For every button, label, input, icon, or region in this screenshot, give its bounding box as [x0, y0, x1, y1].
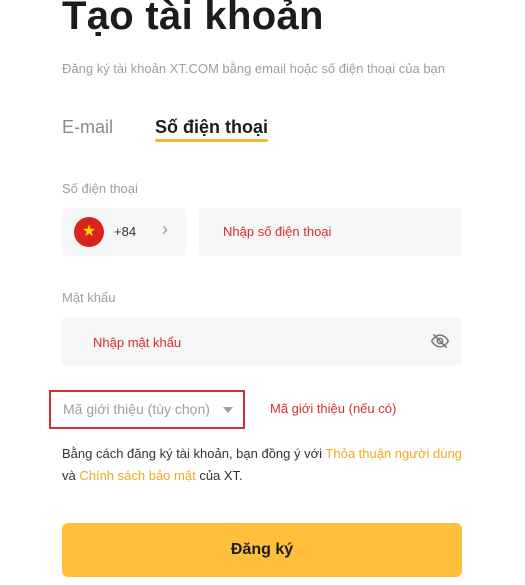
- eye-off-icon[interactable]: [430, 331, 450, 351]
- register-button[interactable]: Đăng ký: [62, 523, 462, 577]
- page-subtitle: Đăng ký tài khoản XT.COM bằng email hoặc…: [62, 61, 446, 76]
- terms-suffix: của XT.: [195, 468, 243, 483]
- terms-and: và: [62, 468, 80, 483]
- tab-phone[interactable]: Số điện thoại: [155, 117, 268, 138]
- referral-annotation: Mã giới thiệu (nếu có): [270, 401, 397, 416]
- chevron-right-icon: ›: [162, 219, 168, 239]
- country-code: +84: [114, 224, 137, 239]
- password-label: Mật khẩu: [62, 290, 116, 305]
- vietnam-flag-icon: ★: [74, 217, 104, 247]
- password-input-annotation: Nhập mật khẩu: [93, 335, 182, 350]
- privacy-policy-link[interactable]: Chính sách bảo mật: [79, 468, 195, 483]
- referral-code-dropdown[interactable]: Mã giới thiệu (tùy chọn): [49, 390, 245, 429]
- phone-label: Số điện thoại: [62, 181, 138, 196]
- password-input[interactable]: Nhập mật khẩu: [62, 317, 462, 365]
- country-code-selector[interactable]: ★ +84 ›: [62, 208, 186, 256]
- tab-email[interactable]: E-mail: [62, 117, 113, 138]
- phone-input-annotation: Nhập số điện thoại: [223, 224, 332, 239]
- page-title: Tạo tài khoản: [62, 0, 324, 38]
- active-tab-indicator: [155, 139, 268, 142]
- referral-code-label: Mã giới thiệu (tùy chọn): [63, 401, 210, 417]
- phone-input[interactable]: Nhập số điện thoại: [199, 208, 462, 256]
- user-agreement-link[interactable]: Thỏa thuận người dùng: [325, 446, 462, 461]
- caret-down-icon: [223, 407, 233, 413]
- terms-prefix: Bằng cách đăng ký tài khoản, bạn đồng ý …: [62, 446, 326, 461]
- terms-text: Bằng cách đăng ký tài khoản, bạn đồng ý …: [62, 443, 462, 487]
